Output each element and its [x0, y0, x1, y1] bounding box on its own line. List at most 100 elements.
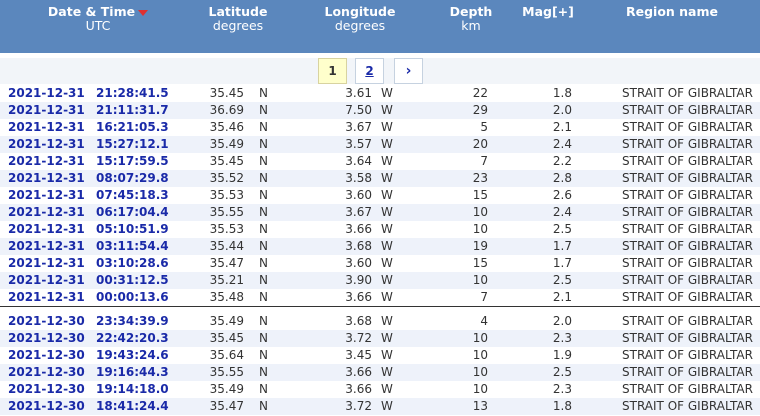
row-time[interactable]: 19:43:24.6	[96, 347, 169, 364]
table-row[interactable]: 2021-12-30 19:14:18.0 35.49 N 3.66 W 10 2.3 STRA…	[0, 381, 760, 398]
row-date[interactable]: 2021-12-31	[8, 204, 88, 221]
table-row[interactable]: 2021-12-30 23:34:39.9 35.49 N 3.68 W 4 2.0 STRAI…	[0, 313, 760, 330]
row-region: STRAIT OF GIBRALTAR	[622, 365, 753, 379]
row-time[interactable]: 08:07:29.8	[96, 170, 169, 187]
row-lon-hemisphere: W	[381, 171, 393, 185]
table-row[interactable]: 2021-12-31 21:11:31.7 36.69 N 7.50 W 29 2.0 STRA…	[0, 102, 760, 119]
table-row[interactable]: 2021-12-31 06:17:04.4 35.55 N 3.67 W 10 2.4 STRA…	[0, 204, 760, 221]
row-lon-hemisphere: W	[381, 86, 393, 100]
row-date[interactable]: 2021-12-31	[8, 187, 88, 204]
row-depth: 10	[472, 365, 488, 379]
row-magnitude: 1.7	[552, 256, 572, 270]
row-lat-hemisphere: N	[259, 382, 268, 396]
row-time[interactable]: 00:00:13.6	[96, 289, 169, 306]
row-time[interactable]: 07:45:18.3	[96, 187, 169, 204]
row-depth: 15	[472, 188, 488, 202]
row-date[interactable]: 2021-12-31	[8, 153, 88, 170]
row-date[interactable]: 2021-12-30	[8, 398, 88, 415]
col-region-header[interactable]: Region name	[612, 5, 732, 19]
row-date[interactable]: 2021-12-31	[8, 136, 88, 153]
row-latitude: 35.52	[209, 171, 244, 185]
row-region: STRAIT OF GIBRALTAR	[622, 120, 753, 134]
row-lon-hemisphere: W	[381, 273, 393, 287]
row-date[interactable]: 2021-12-31	[8, 170, 88, 187]
row-time[interactable]: 06:17:04.4	[96, 204, 169, 221]
row-longitude: 3.60	[345, 256, 372, 270]
row-magnitude: 2.2	[552, 154, 572, 168]
row-lat-hemisphere: N	[259, 86, 268, 100]
table-row[interactable]: 2021-12-30 19:43:24.6 35.64 N 3.45 W 10 1.9 STRA…	[0, 347, 760, 364]
row-latitude: 35.44	[209, 239, 244, 253]
row-date[interactable]: 2021-12-30	[8, 330, 88, 347]
table-row[interactable]: 2021-12-30 19:16:44.3 35.55 N 3.66 W 10 2.5 STRA…	[0, 364, 760, 381]
row-time[interactable]: 19:16:44.3	[96, 364, 169, 381]
table-row[interactable]: 2021-12-31 21:28:41.5 35.45 N 3.61 W 22 1.8 STRA…	[0, 85, 760, 102]
row-longitude: 3.72	[345, 331, 372, 345]
row-region: STRAIT OF GIBRALTAR	[622, 137, 753, 151]
page-1-button[interactable]: 1	[318, 58, 347, 84]
col-mag-header[interactable]: Mag[+]	[514, 5, 582, 19]
col-mag-title[interactable]: Mag[+]	[514, 5, 582, 19]
row-depth: 10	[472, 222, 488, 236]
row-time[interactable]: 03:11:54.4	[96, 238, 169, 255]
row-date[interactable]: 2021-12-30	[8, 381, 88, 398]
row-lat-hemisphere: N	[259, 205, 268, 219]
row-region: STRAIT OF GIBRALTAR	[622, 273, 753, 287]
row-time[interactable]: 22:42:20.3	[96, 330, 169, 347]
table-row[interactable]: 2021-12-31 08:07:29.8 35.52 N 3.58 W 23 2.8 STRA…	[0, 170, 760, 187]
table-row[interactable]: 2021-12-30 22:42:20.3 35.45 N 3.72 W 10 2.3 STRA…	[0, 330, 760, 347]
table-row[interactable]: 2021-12-31 15:17:59.5 35.45 N 3.64 W 7 2.2 STRAI…	[0, 153, 760, 170]
row-lon-hemisphere: W	[381, 205, 393, 219]
row-date[interactable]: 2021-12-31	[8, 221, 88, 238]
table-row[interactable]: 2021-12-31 00:31:12.5 35.21 N 3.90 W 10 2.5 STRA…	[0, 272, 760, 289]
col-latitude-header[interactable]: Latitude degrees	[190, 5, 286, 33]
next-page-button[interactable]: ›	[394, 58, 423, 84]
row-time[interactable]: 00:31:12.5	[96, 272, 169, 289]
row-longitude: 3.66	[345, 290, 372, 304]
row-latitude: 35.55	[209, 205, 244, 219]
page-2-button[interactable]: 2	[355, 58, 384, 84]
row-date[interactable]: 2021-12-31	[8, 85, 88, 102]
table-row[interactable]: 2021-12-31 00:00:13.6 35.48 N 3.66 W 7 2.1 STRAI…	[0, 289, 760, 307]
row-time[interactable]: 03:10:28.6	[96, 255, 169, 272]
table-row[interactable]: 2021-12-31 16:21:05.3 35.46 N 3.67 W 5 2.1 STRAI…	[0, 119, 760, 136]
row-time[interactable]: 15:27:12.1	[96, 136, 169, 153]
table-row[interactable]: 2021-12-31 03:10:28.6 35.47 N 3.60 W 15 1.7 STRA…	[0, 255, 760, 272]
sort-desc-icon[interactable]	[138, 9, 149, 16]
row-time[interactable]: 21:11:31.7	[96, 102, 169, 119]
row-date[interactable]: 2021-12-31	[8, 255, 88, 272]
table-row[interactable]: 2021-12-31 05:10:51.9 35.53 N 3.66 W 10 2.5 STRA…	[0, 221, 760, 238]
row-region: STRAIT OF GIBRALTAR	[622, 314, 753, 328]
row-time[interactable]: 23:34:39.9	[96, 313, 169, 330]
row-longitude: 3.61	[345, 86, 372, 100]
col-longitude-header[interactable]: Longitude degrees	[312, 5, 408, 33]
row-date[interactable]: 2021-12-30	[8, 313, 88, 330]
col-datetime-header[interactable]: Date & Time UTC	[18, 5, 178, 33]
row-lat-hemisphere: N	[259, 365, 268, 379]
row-time[interactable]: 19:14:18.0	[96, 381, 169, 398]
row-time[interactable]: 05:10:51.9	[96, 221, 169, 238]
row-date[interactable]: 2021-12-31	[8, 102, 88, 119]
table-row[interactable]: 2021-12-31 03:11:54.4 35.44 N 3.68 W 19 1.7 STRA…	[0, 238, 760, 255]
table-row[interactable]: 2021-12-30 18:41:24.4 35.47 N 3.72 W 13 1.8 STRA…	[0, 398, 760, 415]
table-row[interactable]: 2021-12-31 15:27:12.1 35.49 N 3.57 W 20 2.4 STRA…	[0, 136, 760, 153]
table-row[interactable]: 2021-12-31 07:45:18.3 35.53 N 3.60 W 15 2.6 STRA…	[0, 187, 760, 204]
row-depth: 10	[472, 348, 488, 362]
row-date[interactable]: 2021-12-31	[8, 119, 88, 136]
pagination: 1 2 ›	[0, 58, 760, 84]
row-date[interactable]: 2021-12-30	[8, 347, 88, 364]
row-lon-hemisphere: W	[381, 256, 393, 270]
col-depth-header[interactable]: Depth km	[440, 5, 502, 33]
row-time[interactable]: 21:28:41.5	[96, 85, 169, 102]
row-depth: 23	[472, 171, 488, 185]
row-date[interactable]: 2021-12-31	[8, 272, 88, 289]
row-lat-hemisphere: N	[259, 239, 268, 253]
row-time[interactable]: 18:41:24.4	[96, 398, 169, 415]
row-lat-hemisphere: N	[259, 273, 268, 287]
row-date[interactable]: 2021-12-30	[8, 364, 88, 381]
row-time[interactable]: 15:17:59.5	[96, 153, 169, 170]
row-time[interactable]: 16:21:05.3	[96, 119, 169, 136]
row-date[interactable]: 2021-12-31	[8, 238, 88, 255]
row-date[interactable]: 2021-12-31	[8, 289, 88, 306]
earthquake-table-body: 2021-12-31 21:28:41.5 35.45 N 3.61 W 22 1.8 STRA…	[0, 85, 760, 415]
